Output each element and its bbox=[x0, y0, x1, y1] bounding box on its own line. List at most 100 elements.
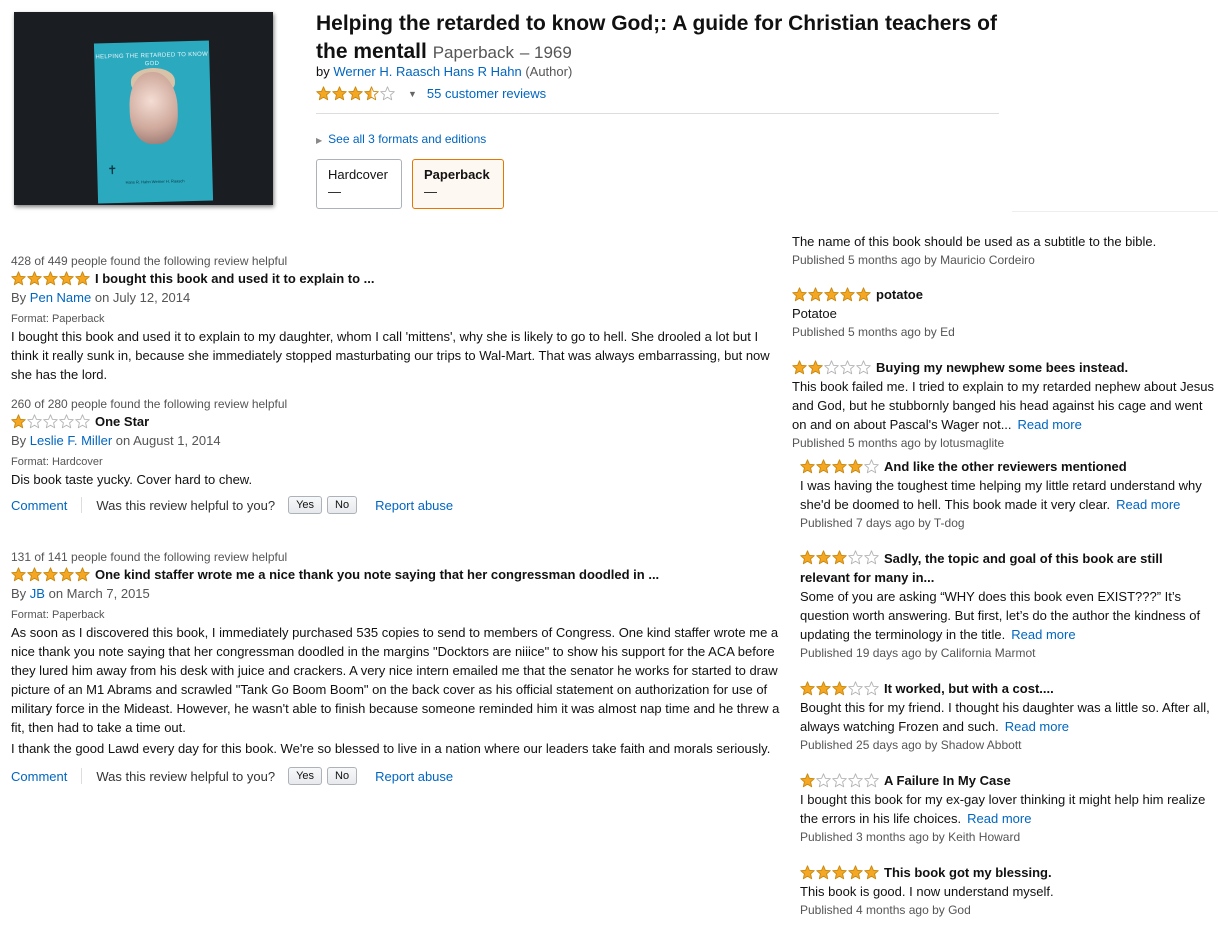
side-review-stars[interactable] bbox=[800, 459, 879, 474]
reviewer-link[interactable]: Pen Name bbox=[30, 290, 91, 305]
review-body: I bought this book and used it to explai… bbox=[11, 329, 770, 382]
review-header: I bought this book and used it to explai… bbox=[11, 271, 786, 286]
side-review-body: Potatoe bbox=[792, 306, 837, 321]
review-stars[interactable] bbox=[11, 271, 90, 286]
star-empty-icon bbox=[75, 414, 90, 429]
star-full-icon bbox=[792, 360, 807, 375]
see-all-formats[interactable]: ▶ See all 3 formats and editions bbox=[316, 132, 486, 146]
read-more-link[interactable]: Read more bbox=[1005, 719, 1069, 734]
star-full-icon bbox=[11, 414, 26, 429]
comment-link[interactable]: Comment bbox=[11, 769, 67, 784]
side-review-stars[interactable] bbox=[800, 550, 879, 565]
average-rating-stars[interactable] bbox=[316, 86, 395, 101]
star-full-icon bbox=[348, 86, 363, 101]
format-option-paperback[interactable]: Paperback — bbox=[412, 159, 504, 209]
star-full-icon bbox=[816, 459, 831, 474]
review-title[interactable]: I bought this book and used it to explai… bbox=[95, 271, 375, 286]
star-empty-icon bbox=[816, 773, 831, 788]
review-byline: By JB on March 7, 2015 bbox=[11, 586, 786, 601]
read-more-link[interactable]: Read more bbox=[1116, 497, 1180, 512]
side-review-stars[interactable] bbox=[800, 865, 879, 880]
star-full-icon bbox=[848, 459, 863, 474]
side-review-body: This book is good. I now understand myse… bbox=[800, 884, 1054, 899]
customer-reviews-link[interactable]: 55 customer reviews bbox=[427, 86, 546, 101]
report-abuse-link[interactable]: Report abuse bbox=[375, 498, 453, 513]
side-review-published: Published 5 months ago by Ed bbox=[792, 325, 955, 339]
side-review-title[interactable]: A Failure In My Case bbox=[884, 771, 1011, 790]
review-title[interactable]: One kind staffer wrote me a nice thank y… bbox=[95, 567, 659, 582]
format-price: — bbox=[424, 184, 437, 199]
review-title[interactable]: One Star bbox=[95, 414, 149, 429]
side-review-published: Published 3 months ago by Keith Howard bbox=[800, 830, 1021, 844]
side-review-body: The name of this book should be used as … bbox=[792, 234, 1157, 249]
review-date: on August 1, 2014 bbox=[115, 433, 221, 448]
product-title: Helping the retarded to know God;: A gui… bbox=[316, 12, 997, 63]
report-abuse-link[interactable]: Report abuse bbox=[375, 769, 453, 784]
review-body: Dis book taste yucky. Cover hard to chew… bbox=[11, 472, 253, 487]
star-full-icon bbox=[800, 773, 815, 788]
side-review-published: Published 4 months ago by God bbox=[800, 903, 971, 917]
review-stars[interactable] bbox=[11, 414, 90, 429]
helpful-count: 131 of 141 people found the following re… bbox=[11, 550, 288, 564]
side-review-header: This book got my blessing. bbox=[800, 863, 1214, 882]
side-review-stars[interactable] bbox=[792, 360, 871, 375]
book-cover: HELPING THE RETARDED TO KNOW GOD ✝ Hans … bbox=[93, 40, 214, 204]
side-review-title[interactable]: Buying my newphew some bees instead. bbox=[876, 358, 1128, 377]
side-review-header: It worked, but with a cost.... bbox=[800, 679, 1218, 698]
side-review-header: A Failure In My Case bbox=[800, 771, 1214, 790]
side-review-title[interactable]: It worked, but with a cost.... bbox=[884, 679, 1054, 698]
star-full-icon bbox=[824, 287, 839, 302]
review-date: on July 12, 2014 bbox=[94, 290, 191, 305]
side-review-title[interactable]: potatoe bbox=[876, 285, 923, 304]
comment-link[interactable]: Comment bbox=[11, 498, 67, 513]
star-full-icon bbox=[27, 271, 42, 286]
star-full-icon bbox=[816, 865, 831, 880]
star-full-icon bbox=[800, 681, 815, 696]
side-review-stars[interactable] bbox=[792, 287, 871, 302]
star-empty-icon bbox=[27, 414, 42, 429]
read-more-link[interactable]: Read more bbox=[967, 811, 1031, 826]
side-review-published: Published 5 months ago by lotusmaglite bbox=[792, 436, 1005, 450]
side-review-stars[interactable] bbox=[800, 681, 879, 696]
yes-button[interactable]: Yes bbox=[288, 496, 323, 514]
no-button[interactable]: No bbox=[327, 767, 358, 785]
side-review-title[interactable]: This book got my blessing. bbox=[884, 863, 1052, 882]
side-review-title[interactable]: And like the other reviewers mentioned bbox=[884, 457, 1127, 476]
yes-button[interactable]: Yes bbox=[288, 767, 323, 785]
side-review-body: Some of you are asking “WHY does this bo… bbox=[800, 589, 1201, 642]
side-review: Sadly, the topic and goal of this book a… bbox=[800, 549, 1214, 663]
star-full-icon bbox=[800, 550, 815, 565]
star-full-icon bbox=[808, 287, 823, 302]
side-review-stars[interactable] bbox=[800, 773, 879, 788]
side-review-body-block: I bought this book for my ex-gay lover t… bbox=[800, 790, 1214, 828]
star-half-icon bbox=[364, 86, 379, 101]
star-empty-icon bbox=[840, 360, 855, 375]
helpful-count: 260 of 280 people found the following re… bbox=[11, 397, 288, 411]
star-empty-icon bbox=[864, 773, 879, 788]
product-year: – 1969 bbox=[519, 43, 572, 62]
reviewer-link[interactable]: JB bbox=[30, 586, 45, 601]
star-empty-icon bbox=[864, 550, 879, 565]
star-full-icon bbox=[75, 271, 90, 286]
see-all-formats-link[interactable]: See all 3 formats and editions bbox=[328, 132, 486, 146]
read-more-link[interactable]: Read more bbox=[1018, 417, 1082, 432]
chevron-down-icon[interactable]: ▼ bbox=[408, 89, 417, 99]
star-empty-icon bbox=[43, 414, 58, 429]
read-more-link[interactable]: Read more bbox=[1011, 627, 1075, 642]
review-actions: Comment Was this review helpful to you? … bbox=[11, 767, 786, 785]
review-date: on March 7, 2015 bbox=[48, 586, 150, 601]
star-full-icon bbox=[43, 567, 58, 582]
product-image[interactable]: HELPING THE RETARDED TO KNOW GOD ✝ Hans … bbox=[14, 12, 273, 205]
star-full-icon bbox=[27, 567, 42, 582]
side-review-body-block: This book failed me. I tried to explain … bbox=[792, 377, 1214, 434]
side-review-header: Sadly, the topic and goal of this book a… bbox=[800, 549, 1214, 587]
author-link[interactable]: Werner H. Raasch Hans R Hahn bbox=[333, 64, 521, 79]
no-button[interactable]: No bbox=[327, 496, 358, 514]
side-review-body-block: Bought this for my friend. I thought his… bbox=[800, 698, 1218, 736]
star-empty-icon bbox=[848, 773, 863, 788]
review-stars[interactable] bbox=[11, 567, 90, 582]
reviewer-link[interactable]: Leslie F. Miller bbox=[30, 433, 112, 448]
format-option-hardcover[interactable]: Hardcover — bbox=[316, 159, 402, 209]
rating-summary: ▼ 55 customer reviews bbox=[316, 86, 546, 101]
by-label: By bbox=[11, 290, 27, 305]
